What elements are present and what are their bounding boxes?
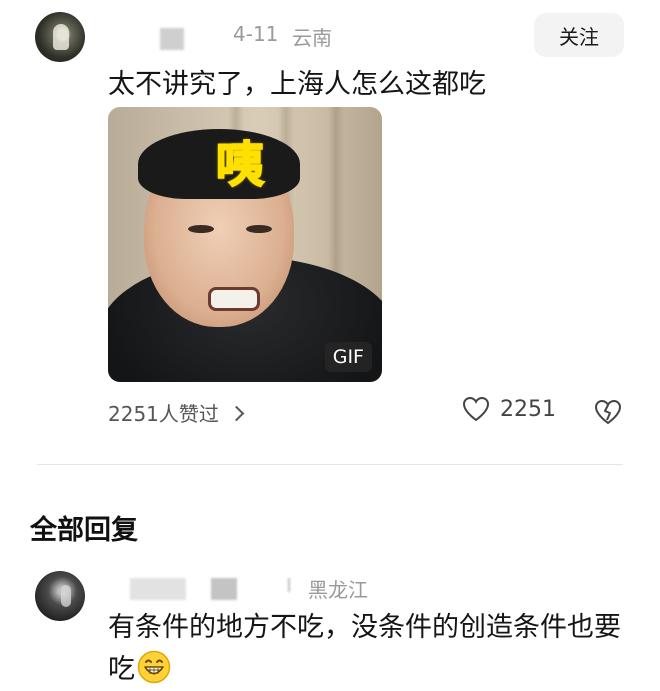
replier-avatar[interactable] [35,571,85,621]
reply-body: 有条件的地方不吃，没条件的创造条件也要吃 [108,607,638,691]
blurred-username-part [211,578,237,600]
sticker-eye [188,225,214,233]
section-divider [37,464,623,465]
sticker-mouth [208,287,260,311]
gif-sticker[interactable]: 咦 GIF [108,107,382,382]
reply-location: 黑龙江 [308,578,368,602]
gif-badge: GIF [324,342,372,372]
comment-date: 4-11 [233,22,279,46]
dislike-button[interactable] [594,398,622,426]
avatar-figure [61,585,71,607]
grin-emoji-icon [137,650,171,684]
blurred-username[interactable] [130,578,186,600]
sticker-eye [246,225,272,233]
like-button[interactable]: 2251 [462,396,556,422]
commenter-avatar[interactable] [35,12,85,62]
heart-icon [462,396,490,422]
blurred-username[interactable] [160,28,184,50]
likers-text: 2251人赞过 [108,402,219,426]
reply-text: 有条件的地方不吃，没条件的创造条件也要吃 [108,612,621,685]
likers-link[interactable]: 2251人赞过 [108,398,245,427]
name-separator [288,578,290,592]
gif-caption: 咦 [215,136,265,194]
comment-text: 太不讲究了，上海人怎么这都吃 [108,69,486,100]
chevron-right-icon [228,405,245,421]
follow-button[interactable]: 关注 [534,13,624,57]
avatar-figure [53,24,69,50]
comment-location: 云南 [292,26,332,50]
broken-heart-icon [594,399,622,425]
like-count: 2251 [500,396,556,422]
replies-section-title: 全部回复 [30,515,138,546]
